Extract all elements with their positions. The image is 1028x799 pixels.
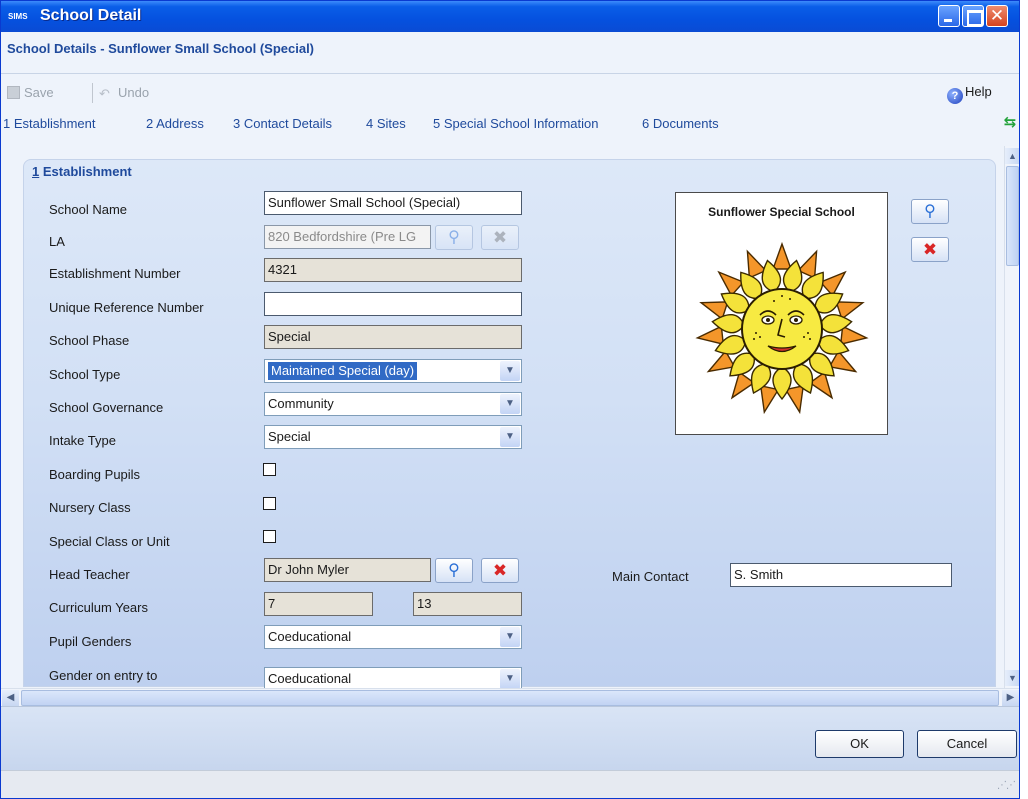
delete-icon: ✖ <box>922 240 938 259</box>
save-icon <box>7 86 20 99</box>
help-icon: ? <box>947 88 963 104</box>
chevron-down-icon[interactable]: ▼ <box>500 361 520 381</box>
school-governance-value: Community <box>268 396 334 411</box>
la-search-button: ⚲ <box>435 225 473 250</box>
vertical-scrollbar[interactable]: ▲ ▼ <box>1004 146 1019 688</box>
school-name-label: School Name <box>49 202 128 217</box>
head-teacher-field: Dr John Myler <box>264 558 431 582</box>
minimize-button[interactable] <box>938 5 960 27</box>
status-bar <box>1 770 1019 798</box>
curriculum-years-from-field: 7 <box>264 592 373 616</box>
intake-type-select[interactable]: Special ▼ <box>264 425 522 449</box>
title-bar[interactable]: SIMS School Detail ✕ <box>1 1 1019 32</box>
urn-field[interactable] <box>264 292 522 316</box>
la-clear-button: ✖ <box>481 225 519 250</box>
resize-grip-icon[interactable]: ⋰⋰ <box>997 777 1016 795</box>
head-teacher-label: Head Teacher <box>49 567 130 582</box>
chevron-down-icon[interactable]: ▼ <box>500 427 520 447</box>
refresh-icon[interactable]: ⇆ <box>1001 114 1019 132</box>
school-logo-frame: Sunflower Special School <box>675 192 888 435</box>
maximize-button[interactable] <box>962 5 984 27</box>
urn-label: Unique Reference Number <box>49 300 204 315</box>
boarding-pupils-label: Boarding Pupils <box>49 467 141 482</box>
chevron-down-icon[interactable]: ▼ <box>500 669 520 689</box>
school-type-select[interactable]: Maintained Special (day) ▼ <box>264 359 522 383</box>
nav-link-special-school-information[interactable]: 5 Special School Information <box>433 116 598 131</box>
school-phase-label: School Phase <box>49 333 130 348</box>
search-icon: ⚲ <box>924 203 936 220</box>
undo-icon: ↶ <box>99 86 110 101</box>
section-title[interactable]: 1 Establishment <box>32 164 132 179</box>
nav-link-address[interactable]: 2 Address <box>146 116 204 131</box>
school-detail-window: SIMS School Detail ✕ School Details - Su… <box>0 0 1020 799</box>
school-name-field[interactable]: Sunflower Small School (Special) <box>264 191 522 215</box>
intake-type-value: Special <box>268 429 311 444</box>
nursery-class-label: Nursery Class <box>49 500 131 515</box>
search-icon: ⚲ <box>448 229 460 246</box>
delete-icon: ✖ <box>492 561 508 580</box>
la-label: LA <box>49 234 65 249</box>
chevron-down-icon[interactable]: ▼ <box>500 394 520 414</box>
head-teacher-search-button[interactable]: ⚲ <box>435 558 473 583</box>
school-phase-field: Special <box>264 325 522 349</box>
gender-on-entry-value: Coeducational <box>268 671 352 686</box>
school-logo-caption: Sunflower Special School <box>708 205 855 219</box>
header-divider <box>1 73 1019 74</box>
sims-logo-icon: SIMS <box>8 12 28 21</box>
nursery-class-checkbox[interactable] <box>263 497 276 510</box>
section-number: 1 <box>32 164 40 179</box>
nav-link-contact-details[interactable]: 3 Contact Details <box>233 116 332 131</box>
special-class-checkbox[interactable] <box>263 530 276 543</box>
nav-link-establishment[interactable]: 1 Establishment <box>3 116 96 131</box>
pupil-genders-label: Pupil Genders <box>49 634 132 649</box>
special-class-label: Special Class or Unit <box>49 534 170 549</box>
horizontal-scroll-thumb[interactable] <box>21 690 999 706</box>
establishment-number-label: Establishment Number <box>49 266 181 281</box>
school-governance-label: School Governance <box>49 400 164 415</box>
boarding-pupils-checkbox[interactable] <box>263 463 276 476</box>
school-type-value: Maintained Special (day) <box>268 362 418 380</box>
curriculum-years-to-field: 13 <box>413 592 522 616</box>
pupil-genders-select[interactable]: Coeducational ▼ <box>264 625 522 649</box>
search-icon: ⚲ <box>448 562 460 579</box>
help-button[interactable]: ? Help <box>947 84 992 104</box>
scroll-left-icon[interactable]: ◀ <box>2 690 19 706</box>
establishment-number-field: 4321 <box>264 258 522 282</box>
undo-label: Undo <box>118 85 150 100</box>
horizontal-scrollbar[interactable]: ◀ ▶ <box>1 688 1019 706</box>
help-label: Help <box>965 84 992 99</box>
save-label: Save <box>24 85 54 100</box>
undo-button[interactable]: ↶ Undo <box>99 85 149 100</box>
intake-type-label: Intake Type <box>49 433 116 448</box>
vertical-scroll-thumb[interactable] <box>1006 166 1019 266</box>
curriculum-years-label: Curriculum Years <box>49 600 148 615</box>
pupil-genders-value: Coeducational <box>268 629 352 644</box>
close-icon: ✕ <box>989 6 1005 25</box>
delete-icon: ✖ <box>492 228 508 247</box>
nav-link-sites[interactable]: 4 Sites <box>366 116 406 131</box>
la-field: 820 Bedfordshire (Pre LG <box>264 225 431 249</box>
head-teacher-clear-button[interactable]: ✖ <box>481 558 519 583</box>
school-governance-select[interactable]: Community ▼ <box>264 392 522 416</box>
main-contact-field[interactable]: S. Smith <box>730 563 952 587</box>
logo-search-button[interactable]: ⚲ <box>911 199 949 224</box>
logo-delete-button[interactable]: ✖ <box>911 237 949 262</box>
ok-button[interactable]: OK <box>815 730 904 758</box>
scroll-right-icon[interactable]: ▶ <box>1002 690 1019 706</box>
scroll-down-icon[interactable]: ▼ <box>1005 670 1019 686</box>
window-title: School Detail <box>40 7 142 24</box>
section-title-text: Establishment <box>42 164 132 179</box>
toolbar-separator <box>92 83 93 103</box>
school-type-label: School Type <box>49 367 121 382</box>
nav-link-documents[interactable]: 6 Documents <box>642 116 719 131</box>
close-button[interactable]: ✕ <box>986 5 1008 27</box>
gender-on-entry-label: Gender on entry to <box>49 668 158 683</box>
page-title: School Details - Sunflower Small School … <box>7 41 315 56</box>
sunflower-image <box>695 241 869 415</box>
cancel-button[interactable]: Cancel <box>917 730 1017 758</box>
main-contact-label: Main Contact <box>612 569 689 584</box>
save-button[interactable]: Save <box>7 85 54 100</box>
scroll-up-icon[interactable]: ▲ <box>1005 148 1019 164</box>
chevron-down-icon[interactable]: ▼ <box>500 627 520 647</box>
